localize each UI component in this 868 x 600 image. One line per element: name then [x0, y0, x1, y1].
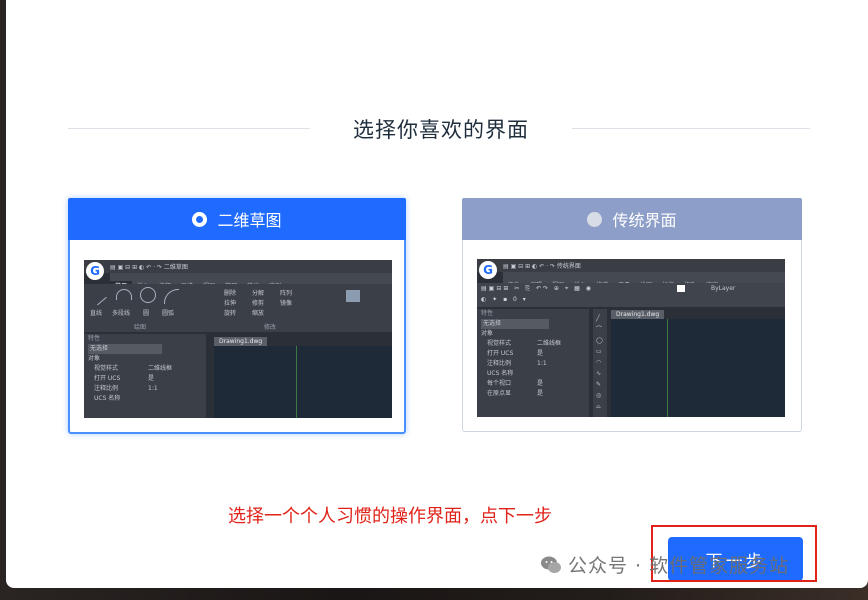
panel-row: 注释比例 1:1: [477, 359, 589, 369]
preview-drawing-canvas: Drawing1.dwg: [611, 310, 785, 417]
draw-tool-label: 圆: [143, 310, 150, 317]
panel-row: 视觉样式 二维线框: [84, 364, 206, 374]
ribbon-group-label: 绘图: [134, 324, 147, 331]
preview-properties-panel: 特性 无选择 对象 视觉样式 二维线框 打开 UCS 是 注释比例 1:1 UCS 名…: [84, 334, 206, 418]
panel-row-key: 注释比例: [487, 360, 512, 367]
option-label: 传统界面: [612, 211, 677, 230]
panel-row: UCS 名称: [84, 394, 206, 404]
panel-row: 注释比例 1:1: [84, 384, 206, 394]
preview-menu-bar: 文件编辑视图插入格式工具绘图标注修改文字: [503, 272, 785, 289]
ribbon-group-label: 修改: [264, 324, 277, 331]
panel-row-value: 1:1: [537, 360, 547, 367]
modify-tool-label: 修剪: [252, 300, 265, 307]
app-logo-icon: G: [479, 261, 497, 279]
panel-row: 在原点显 是: [477, 389, 589, 399]
panel-title: 特性: [88, 335, 101, 342]
preview-ribbon-tabs: 常用插入注释三维视图管理输出实例: [110, 273, 392, 292]
preview-classic: G ▤ ▣ ⊟ ⊞ ◐ ↶ · ↷ 传统界面 文件编辑视图插入格式工具绘图标注修…: [477, 259, 785, 417]
panel-row-value: 是: [537, 380, 544, 387]
draw-tool-label: 圆弧: [162, 310, 175, 317]
preview-drawing-canvas: Drawing1.dwg: [214, 337, 392, 418]
panel-row-key: 视觉样式: [487, 340, 512, 347]
option-card-classic[interactable]: 传统界面 G ▤ ▣ ⊟ ⊞ ◐ ↶ · ↷ 传统界面 文件编辑视图插入格式工具…: [462, 198, 802, 432]
modify-tool-label: 拉伸: [224, 300, 237, 307]
interface-selection-dialog: 选择你喜欢的界面 二维草图 G ▤ ▣ ⊟ ⊞ ◐ ↶ · ↷ 二维草图 常用插…: [6, 0, 868, 588]
option-header-classic[interactable]: 传统界面: [462, 198, 802, 240]
watermark: 公众号 · 软件管家服务站: [540, 551, 789, 578]
panel-row-key: 视觉样式: [94, 365, 119, 372]
modify-tool-label: 分解: [252, 290, 265, 297]
option-header-2d-sketch[interactable]: 二维草图: [68, 198, 406, 240]
panel-row-key: UCS 名称: [94, 395, 121, 402]
preview-toolbars: ▤▣⊟⊞ ✂ ⎘ ↶↷ ⊕ ⌖ ▦ ◉ ByLayer ◐ ✦ ▪ 0 ▾: [477, 283, 785, 307]
color-swatch-icon: [677, 285, 685, 292]
panel-select: 无选择: [481, 319, 549, 329]
panel-row-value: 是: [148, 375, 155, 382]
panel-row-key: 注释比例: [94, 385, 119, 392]
option-label: 二维草图: [217, 211, 282, 230]
title-divider-left: [68, 128, 310, 129]
modify-tool-label: 缩放: [252, 310, 265, 317]
panel-row-value: 二维线框: [537, 340, 562, 347]
drawing-tab: Drawing1.dwg: [214, 337, 268, 346]
panel-row: 打开 UCS 是: [84, 374, 206, 384]
canvas-axis-line: [667, 319, 668, 417]
panel-row-key: 打开 UCS: [94, 375, 121, 382]
panel-select-row: 无选择: [84, 344, 206, 354]
panel-row: 每个视口 是: [477, 379, 589, 389]
radio-unselected-icon[interactable]: [587, 211, 603, 227]
panel-row: UCS 名称: [477, 369, 589, 379]
drawing-tab: Drawing1.dwg: [611, 310, 665, 319]
panel-group: 对象: [481, 330, 494, 337]
panel-row-key: 在原点显: [487, 390, 512, 397]
instruction-hint: 选择一个个人习惯的操作界面，点下一步: [228, 506, 552, 527]
panel-row-value: 1:1: [148, 385, 158, 392]
modify-tool-label: 阵列: [280, 290, 293, 297]
panel-select: 无选择: [88, 344, 162, 354]
panel-row: 视觉样式 二维线框: [477, 339, 589, 349]
preview-2d-sketch: G ▤ ▣ ⊟ ⊞ ◐ ↶ · ↷ 二维草图 常用插入注释三维视图管理输出实例 …: [84, 260, 392, 418]
panel-row: 打开 UCS 是: [477, 349, 589, 359]
panel-row-key: 每个视口: [487, 380, 512, 387]
panel-row-value: 是: [537, 390, 544, 397]
dialog-title-row: 选择你喜欢的界面: [6, 112, 868, 148]
preview-quick-access: ▤ ▣ ⊟ ⊞ ◐ ↶ · ↷ 二维草图: [110, 264, 188, 271]
line-tool-icon: [89, 287, 107, 306]
layer-properties-icon: [346, 290, 360, 302]
draw-toolbar-vertical: ╱ ⌒ ◯ ▭ ◠ ∿ ✎ ◎ ⌓: [593, 309, 607, 417]
panel-row-key: 打开 UCS: [487, 350, 514, 357]
option-card-2d-sketch[interactable]: 二维草图 G ▤ ▣ ⊟ ⊞ ◐ ↶ · ↷ 二维草图 常用插入注释三维视图管理…: [68, 198, 406, 434]
panel-group: 对象: [88, 355, 101, 362]
modify-tool-label: 镜像: [280, 300, 293, 307]
panel-select-row: 无选择: [477, 319, 589, 329]
modify-tool-label: 旋转: [224, 310, 237, 317]
preview-quick-access: ▤ ▣ ⊟ ⊞ ◐ ↶ · ↷ 传统界面: [503, 263, 581, 270]
title-divider-right: [572, 128, 810, 129]
panel-row-value: 二维线框: [148, 365, 173, 372]
toolbar-icons: ▤▣⊟⊞ ✂ ⎘ ↶↷ ⊕ ⌖ ▦ ◉: [481, 285, 593, 292]
dialog-title: 选择你喜欢的界面: [353, 118, 529, 142]
watermark-text: 公众号 · 软件管家服务站: [568, 555, 790, 577]
app-logo-icon: G: [86, 262, 104, 280]
panel-row-value: 是: [537, 350, 544, 357]
draw-tool-label: 直线: [90, 310, 103, 317]
layer-combo: ByLayer: [711, 285, 736, 292]
toolbar-icons: ◐ ✦ ▪ 0 ▾: [481, 296, 528, 303]
preview-ribbon: 直线 多段线 圆 圆弧 删除 分解 拉伸 修剪 镜像 旋转 阵列 缩放 绘图 修…: [84, 284, 392, 332]
draw-tool-icons: ╱ ⌒ ◯ ▭ ◠ ∿ ✎ ◎ ⌓: [596, 315, 603, 410]
arc-tool-icon: [164, 289, 179, 304]
radio-selected-icon[interactable]: [192, 211, 208, 227]
wechat-icon: [540, 554, 562, 576]
draw-tool-label: 多段线: [112, 310, 131, 317]
preview-properties-panel: 特性 无选择 对象 视觉样式 二维线框 打开 UCS 是 注释比例 1:1 UCS 名…: [477, 309, 589, 417]
circle-tool-icon: [140, 287, 156, 303]
panel-title: 特性: [481, 310, 494, 317]
polyline-tool-icon: [116, 289, 132, 300]
panel-row-key: UCS 名称: [487, 370, 514, 377]
modify-tool-label: 删除: [224, 290, 237, 297]
canvas-axis-line: [296, 346, 297, 418]
